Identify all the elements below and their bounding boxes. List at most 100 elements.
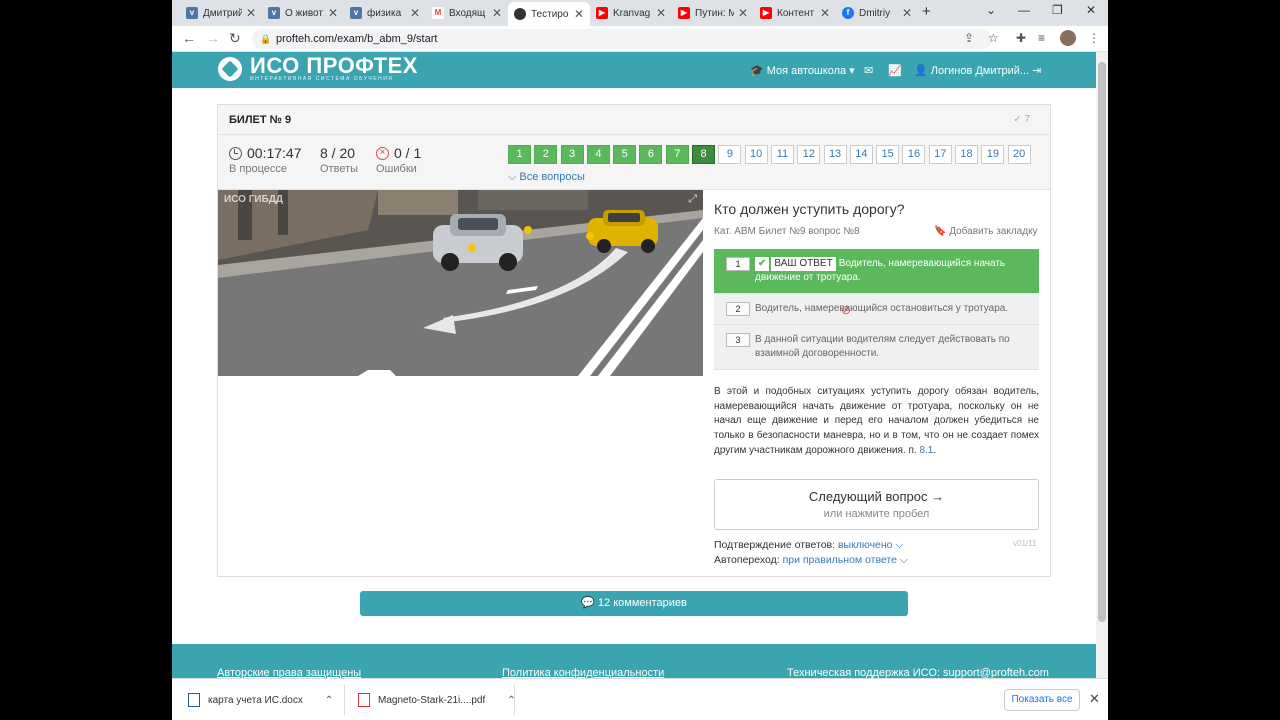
new-tab-icon[interactable]: + [922, 3, 931, 20]
close-tab-icon[interactable]: ✕ [820, 6, 830, 20]
profile-avatar[interactable] [1060, 30, 1076, 46]
all-questions-link[interactable]: ⌵ Все вопросы [508, 171, 585, 184]
explanation-text: В этой и подобных ситуациях уступить дор… [714, 386, 1039, 456]
copyright-link[interactable]: Авторские права защищены [217, 667, 361, 678]
tab-3[interactable]: M Входящ ✕ [426, 2, 508, 24]
tab-1[interactable]: v О живот ✕ [262, 2, 344, 24]
download-item-2[interactable]: Magneto-Stark-21i....pdf ⌃ [358, 693, 516, 707]
question-number[interactable]: 3 [560, 145, 584, 164]
close-tab-icon[interactable]: ✕ [328, 6, 338, 20]
site-header: ИСО ПРОФТЕХ ИНТЕРАКТИВНАЯ СИСТЕМА ОБУЧЕН… [172, 52, 1096, 88]
confirm-value-dropdown[interactable]: выключено ⌵ [838, 539, 903, 551]
my-school-label: Моя автошкола [766, 65, 847, 77]
site-logo[interactable]: ИСО ПРОФТЕХ ИНТЕРАКТИВНАЯ СИСТЕМА ОБУЧЕН… [218, 53, 418, 82]
tab-label: физика [367, 7, 402, 19]
menu-icon[interactable]: ⋮ [1088, 31, 1100, 45]
close-tab-icon[interactable]: ✕ [656, 6, 666, 20]
question-number[interactable]: 6 [639, 145, 663, 164]
answer-text: В данной ситуации водителям следует дейс… [755, 334, 1010, 359]
vk-icon: v [186, 7, 198, 19]
answer-option-1[interactable]: 1 ✔ ВАШ ОТВЕТ Водитель, намеревающийся нач… [714, 249, 1039, 294]
logo-name: ИСО ПРОФТЕХ [250, 53, 418, 78]
chart-icon[interactable]: 📈 [888, 64, 902, 77]
question-number-current[interactable]: 8 [692, 145, 716, 164]
url-text: profteh.com/exam/b_abm_9/start [276, 33, 438, 45]
question-number[interactable]: 16 [902, 145, 926, 164]
forward-icon[interactable]: → [206, 30, 220, 46]
chevron-up-icon[interactable]: ⌃ [325, 695, 333, 706]
question-pager: 1 2 3 4 5 6 7 8 9 10 11 12 13 14 15 16 17 18 19 20 [508, 145, 1034, 164]
question-number[interactable]: 15 [876, 145, 900, 164]
auto-value-dropdown[interactable]: при правильном ответе ⌵ [783, 554, 908, 566]
question-number[interactable]: 1 [508, 145, 531, 164]
close-tab-icon[interactable]: ✕ [410, 6, 420, 20]
your-answer-badge: ВАШ ОТВЕТ [771, 257, 836, 271]
support-contact[interactable]: Техническая поддержка ИСО: support@proft… [787, 667, 1049, 678]
answers-stat: 8 / 20 Ответы [320, 145, 358, 175]
restore-icon[interactable]: ❐ [1052, 3, 1063, 17]
tab-5[interactable]: ▶ Kranvag ✕ [590, 2, 672, 24]
question-number[interactable]: 9 [718, 145, 742, 164]
question-number[interactable]: 14 [849, 145, 873, 164]
profteh-icon [514, 8, 526, 20]
tab-6[interactable]: ▶ Путин: М ✕ [672, 2, 754, 24]
tab-2[interactable]: v физика ✕ [344, 2, 426, 24]
answer-option-2[interactable]: 2 Водитель, намеревающийся остановиться … [714, 294, 1039, 325]
close-tab-icon[interactable]: ✕ [738, 6, 748, 20]
close-tab-icon[interactable]: ✕ [246, 6, 256, 20]
question-number[interactable]: 17 [928, 145, 952, 164]
tab-4-active[interactable]: Тестиро ✕ [508, 2, 590, 26]
show-all-downloads-button[interactable]: Показать все [1004, 689, 1080, 711]
ticket-attempts: ✓ 7 [1013, 114, 1030, 125]
tab-8[interactable]: f Dmitriy ✕ [836, 2, 918, 24]
logo-subtitle: ИНТЕРАКТИВНАЯ СИСТЕМА ОБУЧЕНИЯ [250, 76, 394, 82]
add-bookmark-link[interactable]: 🔖 Добавить закладку [934, 226, 1038, 237]
auto-advance-setting: Автопереход: при правильном ответе ⌵ [714, 554, 908, 567]
user-menu[interactable]: 👤 Логинов Дмитрий... [914, 64, 1029, 77]
download-item-1[interactable]: карта учета ИС.docx ⌃ [188, 693, 333, 707]
privacy-link[interactable]: Политика конфиденциальности [502, 667, 664, 678]
question-number[interactable]: 4 [586, 145, 610, 164]
url-field[interactable]: 🔒 profteh.com/exam/b_abm_9/start [252, 29, 992, 49]
chevron-down-icon: ⌵ [508, 171, 520, 183]
bookmark-star-icon[interactable]: ☆ [988, 31, 999, 45]
question-number[interactable]: 20 [1007, 145, 1031, 164]
close-icon[interactable]: ✕ [1089, 691, 1100, 707]
question-number[interactable]: 2 [534, 145, 558, 164]
auto-value: при правильном ответе [782, 554, 897, 566]
my-school-menu[interactable]: 🎓 Моя автошкола ▾ [750, 64, 855, 77]
close-tab-icon[interactable]: ✕ [574, 7, 584, 21]
question-number[interactable]: 10 [744, 145, 768, 164]
answer-option-3[interactable]: 3 В данной ситуации водителям следует де… [714, 325, 1039, 370]
rule-reference-link[interactable]: 8.1 [919, 445, 933, 456]
question-number[interactable]: 13 [823, 145, 847, 164]
extensions-icon[interactable]: ✚ [1016, 31, 1026, 45]
next-question-button[interactable]: Следующий вопрос → или нажмите пробел [714, 479, 1039, 530]
expand-icon[interactable]: ⤢ [688, 193, 697, 206]
question-number[interactable]: 19 [981, 145, 1005, 164]
logout-icon[interactable]: ⇥ [1032, 64, 1041, 77]
reading-list-icon[interactable]: ≡ [1038, 31, 1045, 45]
page-scrollbar[interactable] [1096, 52, 1108, 678]
question-image: ИСО ГИБДД ⤢ [218, 190, 703, 376]
tab-7[interactable]: ▶ Контент ✕ [754, 2, 836, 24]
question-number[interactable]: 11 [770, 145, 794, 164]
close-tab-icon[interactable]: ✕ [492, 6, 502, 20]
question-meta: Кат. ABM Билет №9 вопрос №8 [714, 226, 860, 237]
tab-0[interactable]: v Дмитрий ✕ [180, 2, 262, 24]
user-name: Логинов Дмитрий... [930, 65, 1030, 77]
question-number[interactable]: 5 [613, 145, 637, 164]
question-number[interactable]: 7 [665, 145, 689, 164]
reload-icon[interactable]: ↻ [229, 30, 241, 47]
comments-button[interactable]: 💬 12 комментариев [360, 591, 908, 616]
minimize-icon[interactable]: — [1018, 3, 1030, 17]
close-tab-icon[interactable]: ✕ [902, 6, 912, 20]
scrollbar-thumb[interactable] [1098, 62, 1106, 622]
question-number[interactable]: 18 [955, 145, 979, 164]
tab-search-icon[interactable]: ⌄ [986, 3, 996, 17]
close-window-icon[interactable]: ✕ [1086, 3, 1096, 17]
envelope-icon[interactable]: ✉ [864, 64, 873, 77]
back-icon[interactable]: ← [182, 30, 196, 46]
question-number[interactable]: 12 [797, 145, 821, 164]
share-icon[interactable]: ⇪ [964, 31, 974, 45]
